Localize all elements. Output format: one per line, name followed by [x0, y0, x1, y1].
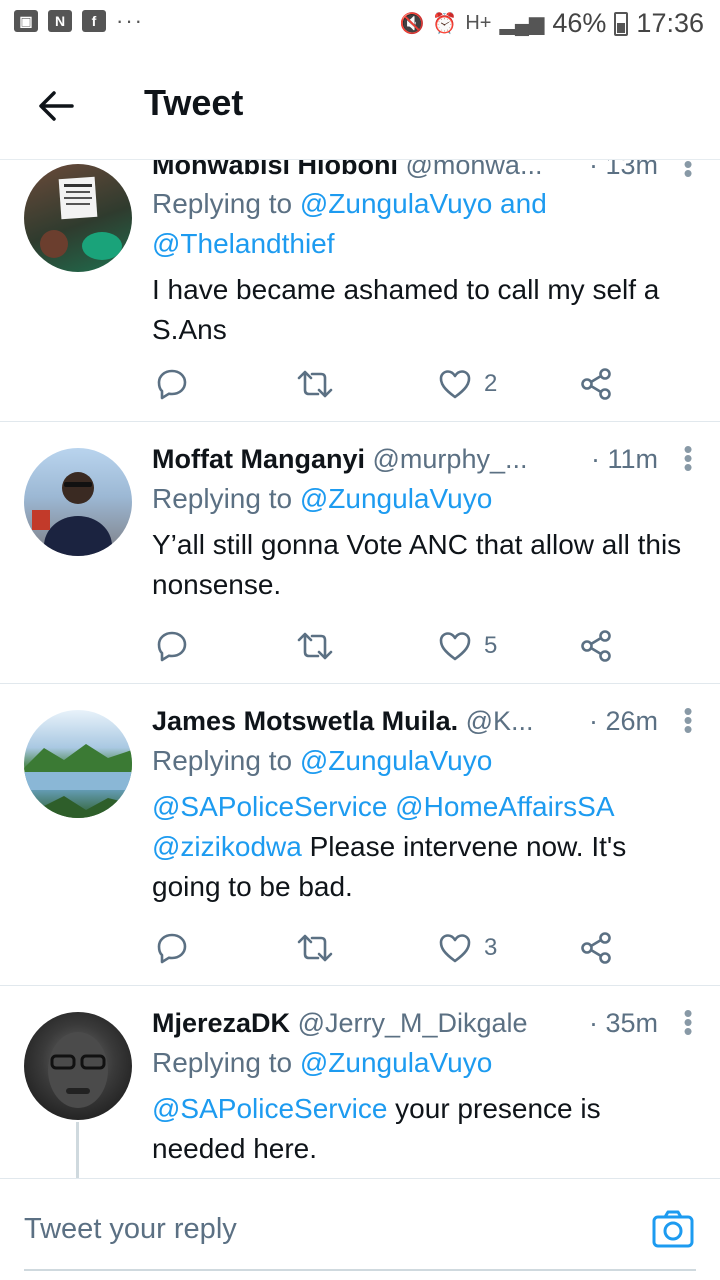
retweet-button[interactable] [296, 928, 334, 968]
share-icon [581, 630, 611, 662]
tweet-time: · 11m [590, 444, 658, 474]
retweet-icon [297, 632, 333, 660]
battery-percent: 46% [552, 8, 607, 38]
share-icon [581, 368, 611, 400]
tweet-header: James Motswetla Muila. @K... · 26m • • • [152, 698, 694, 742]
like-button[interactable]: 3 [438, 928, 497, 968]
tweet-actions: 5 [0, 626, 720, 666]
share-button[interactable] [580, 928, 612, 968]
profile-photo [32, 472, 112, 556]
avatar[interactable] [24, 1012, 132, 1120]
profile-photo [48, 1032, 108, 1108]
landscape-photo [24, 744, 132, 818]
reply-icon [157, 369, 187, 400]
like-count: 3 [484, 934, 498, 961]
author-handle[interactable]: @murphy_... [373, 444, 528, 474]
network-type: H+ [465, 12, 492, 34]
battery-icon [614, 11, 629, 36]
retweet-button[interactable] [296, 364, 334, 404]
avatar[interactable] [24, 448, 132, 556]
tweet-header: Mohwabisi Hlobohi @mohwa... · 13m ••• [152, 160, 694, 186]
tweet-time: · 26m [588, 706, 658, 736]
more-notifications-icon: ··· [116, 8, 144, 33]
tweet-text: Y’all still gonna Vote ANC that allow al… [152, 529, 682, 600]
replying-label: Replying to [152, 1047, 300, 1078]
notification-icons: ▣ N f ··· [14, 10, 144, 32]
replying-to: Replying to @ZungulaVuyo and @Thelandthi… [152, 184, 694, 264]
tweet-actions: 3 [0, 928, 720, 968]
author-handle[interactable]: @mohwa... [406, 160, 543, 180]
reply-icon [157, 631, 187, 662]
reply-icon [157, 933, 187, 964]
avatar[interactable] [24, 710, 132, 818]
like-count: 2 [484, 370, 498, 397]
replying-label: Replying to [152, 483, 300, 514]
heart-icon [439, 370, 471, 399]
tweet-time: · 13m [588, 160, 658, 180]
reply-button[interactable] [154, 626, 190, 666]
replying-to: Replying to @ZungulaVuyo [152, 741, 694, 781]
reply-input[interactable]: Tweet your reply [24, 1213, 237, 1246]
more-options-icon[interactable]: ••• [682, 1000, 694, 1044]
mention-links[interactable]: @SAPoliceService [152, 1093, 387, 1124]
reply-target-link[interactable]: @ZungulaVuyo [300, 745, 492, 776]
reply-target-link[interactable]: @ZungulaVuyo [300, 1047, 492, 1078]
reply-target-link[interactable]: @ZungulaVuyo [300, 483, 492, 514]
alarm-icon: ⏰ [432, 13, 458, 35]
status-bar: ▣ N f ··· 🔇 ⏰ H+ ▂▄▆ 46% 17:36 [0, 0, 720, 50]
author-name[interactable]: MjerezaDK [152, 1008, 290, 1038]
top-app-bar: Tweet [0, 50, 720, 160]
reply-button[interactable] [154, 364, 190, 404]
news-icon: N [48, 10, 72, 32]
page-title: Tweet [144, 82, 244, 123]
more-options-icon[interactable]: ••• [682, 698, 694, 742]
share-button[interactable] [580, 364, 612, 404]
share-button[interactable] [580, 626, 612, 666]
camera-icon[interactable] [652, 1209, 694, 1249]
like-count: 5 [484, 632, 498, 659]
author-name[interactable]: Moffat Manganyi [152, 444, 365, 474]
thread-line [76, 1122, 79, 1178]
more-options-icon[interactable]: ••• [682, 160, 694, 186]
clock: 17:36 [636, 8, 704, 38]
tweet-actions: 2 [0, 364, 720, 404]
retweet-icon [297, 934, 333, 962]
tweet-text: I have became ashamed to call my self a … [152, 274, 660, 345]
author-name[interactable]: Mohwabisi Hlobohi [152, 160, 398, 180]
share-icon [581, 932, 611, 964]
gallery-icon: ▣ [14, 10, 38, 32]
replying-to: Replying to @ZungulaVuyo [152, 479, 694, 519]
retweet-button[interactable] [296, 626, 334, 666]
system-icons: 🔇 ⏰ H+ ▂▄▆ 46% 17:36 [400, 8, 705, 39]
tweet-header: MjerezaDK @Jerry_M_Dikgale · 35m • • • [152, 1000, 694, 1044]
avatar[interactable] [24, 164, 132, 272]
heart-icon [439, 632, 471, 661]
more-options-icon[interactable]: ••• [682, 436, 694, 480]
heart-icon [439, 934, 471, 963]
back-arrow-icon[interactable] [34, 84, 78, 128]
mute-icon: 🔇 [399, 13, 425, 35]
protest-sign-image [40, 176, 122, 260]
author-handle[interactable]: @Jerry_M_Dikgale [298, 1008, 528, 1038]
author-name[interactable]: James Motswetla Muila. [152, 706, 458, 736]
tweet-header: Moffat Manganyi @murphy_... · 11m • • • [152, 436, 694, 480]
tweet-time: · 35m [588, 1008, 658, 1038]
tweet-text: @SAPoliceService your presence is needed… [152, 1089, 694, 1169]
signal-icon: ▂▄▆ [499, 13, 545, 35]
retweet-icon [297, 370, 333, 398]
reply-button[interactable] [154, 928, 190, 968]
like-button[interactable]: 5 [438, 626, 497, 666]
author-handle[interactable]: @K... [466, 706, 534, 736]
tweet-text: @SAPoliceService @HomeAffairsSA @zizikod… [152, 787, 694, 907]
replying-label: Replying to [152, 745, 300, 776]
input-underline [24, 1269, 696, 1271]
replying-to: Replying to @ZungulaVuyo [152, 1043, 694, 1083]
replying-label: Replying to [152, 188, 300, 219]
reply-composer: Tweet your reply [0, 1178, 720, 1280]
tweet-item[interactable]: MjerezaDK @Jerry_M_Dikgale · 35m • • • Rep… [0, 986, 720, 1178]
replies-feed[interactable]: Mohwabisi Hlobohi @mohwa... · 13m ••• Re… [0, 160, 720, 1178]
like-button[interactable]: 2 [438, 364, 497, 404]
facebook-icon: f [82, 10, 106, 32]
